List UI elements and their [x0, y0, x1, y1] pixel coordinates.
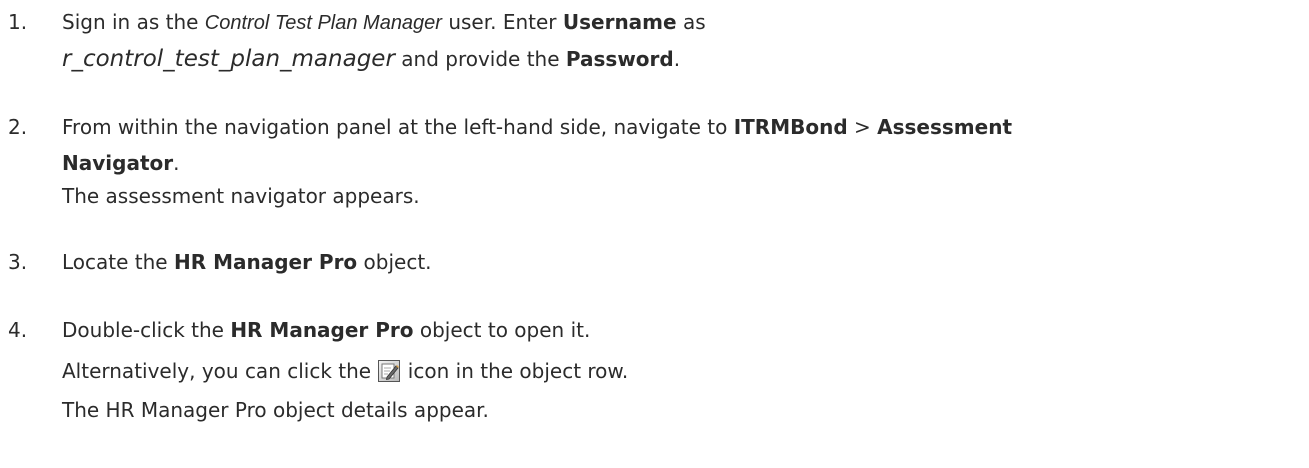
menu-path-assessment: Assessment	[877, 115, 1013, 139]
step-result: The HR Manager Pro object details appear…	[62, 398, 489, 422]
field-label-username: Username	[562, 10, 677, 34]
text-run: .	[673, 47, 681, 71]
step-result: The assessment navigator appears.	[62, 184, 420, 208]
step-number: 1.	[8, 10, 28, 34]
text-run: and provide the	[394, 47, 566, 71]
text-run: object to open it.	[413, 318, 591, 342]
edit-icon	[378, 360, 401, 382]
step-line: From within the navigation panel at the …	[62, 115, 1012, 139]
field-label-password: Password	[565, 47, 674, 71]
username-value: r_control_test_plan_manager	[62, 46, 395, 72]
text-run: .	[173, 151, 180, 175]
text-run: object.	[357, 250, 432, 274]
role-name: Control Test Plan Manager	[204, 12, 442, 34]
object-name: HR Manager Pro	[230, 318, 414, 342]
text-run: Double-click the	[62, 318, 231, 342]
step-line: Navigator.	[62, 151, 179, 175]
text-run: as	[676, 10, 706, 34]
text-run: user. Enter	[441, 10, 563, 34]
text-run: Sign in as the	[62, 10, 205, 34]
step-number: 2.	[8, 115, 28, 139]
step-line: Sign in as the Control Test Plan Manager…	[62, 10, 706, 35]
text-run: The HR Manager Pro object details appear…	[62, 398, 489, 422]
text-run: Alternatively, you can click the	[62, 359, 378, 383]
text-run: The assessment navigator appears.	[62, 184, 420, 208]
step-number: 3.	[8, 250, 28, 274]
object-name: HR Manager Pro	[173, 250, 358, 274]
text-run: icon in the object row.	[401, 359, 629, 383]
text-run: >	[847, 115, 878, 139]
text-run: Locate the	[62, 250, 174, 274]
text-run: From within the navigation panel at the …	[62, 115, 734, 139]
step-number: 4.	[8, 318, 28, 342]
step-line: Alternatively, you can click the icon in…	[62, 359, 628, 383]
step-line: Double-click the HR Manager Pro object t…	[62, 318, 590, 342]
menu-path-navigator: Navigator	[62, 151, 174, 175]
step-line: Locate the HR Manager Pro object.	[62, 250, 432, 274]
menu-path-itrmbond: ITRMBond	[733, 115, 848, 139]
step-line: r_control_test_plan_manager and provide …	[62, 47, 680, 71]
